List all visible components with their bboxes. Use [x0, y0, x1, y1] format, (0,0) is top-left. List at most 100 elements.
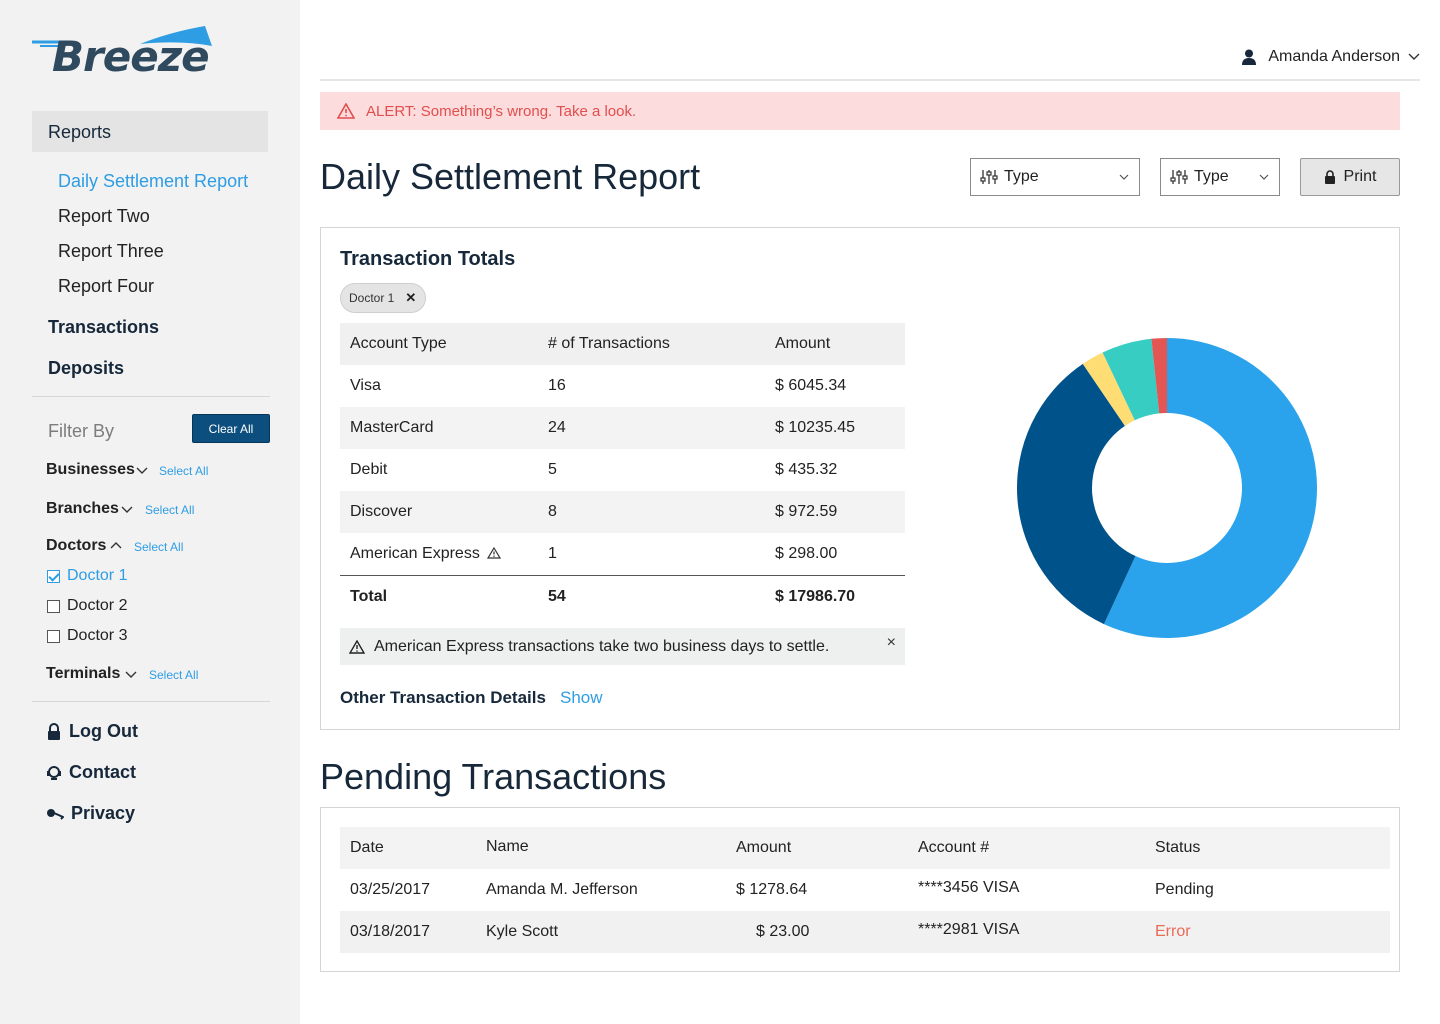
table-header-row: Account Type # of Transactions Amount	[340, 323, 905, 365]
nav-item-reports[interactable]: Reports	[48, 122, 111, 143]
amount: $ 23.00	[756, 923, 810, 940]
chevron-down-icon[interactable]	[121, 505, 133, 515]
show-other-details-link[interactable]: Show	[560, 688, 603, 708]
filter-group-doctors[interactable]: Doctors	[46, 537, 106, 555]
filter-group-branches[interactable]: Branches	[46, 500, 119, 518]
column-header: Name	[486, 838, 529, 855]
doctor-option-2[interactable]: Doctor 2	[47, 596, 127, 616]
amex-notice: American Express transactions take two b…	[340, 628, 905, 665]
filter-group-terminals[interactable]: Terminals	[46, 665, 120, 683]
nav-sub-report-four[interactable]: Report Four	[58, 276, 154, 297]
chevron-up-icon[interactable]	[110, 541, 122, 551]
account-number: ****3456 VISA	[918, 879, 1020, 896]
chevron-down-icon[interactable]	[136, 466, 148, 476]
contact-link[interactable]: Contact	[46, 762, 136, 783]
headset-icon	[47, 765, 61, 780]
checkbox[interactable]	[47, 629, 60, 643]
privacy-label: Privacy	[71, 803, 136, 823]
total-label: Total	[350, 588, 388, 605]
transaction-count: 16	[548, 377, 566, 394]
chevron-down-icon	[1119, 174, 1129, 180]
status: Pending	[1155, 881, 1214, 898]
name: Kyle Scott	[486, 923, 559, 940]
column-header: Amount	[775, 335, 831, 352]
account-type: Discover	[350, 503, 413, 520]
type-filter-select-1[interactable]: Type	[970, 158, 1140, 196]
select-all-businesses[interactable]: Select All	[159, 464, 208, 478]
table-header-row: Date Name Amount Account # Status	[340, 827, 1390, 869]
notice-text: American Express transactions take two b…	[374, 637, 830, 655]
warning-icon	[349, 639, 365, 654]
table-row: Visa 16 $ 6045.34	[340, 365, 905, 407]
column-header: Amount	[736, 839, 792, 856]
type-filter-label: Type	[1004, 168, 1039, 185]
table-row: 03/25/2017 Amanda M. Jefferson $ 1278.64…	[340, 869, 1390, 911]
table-row: 03/18/2017 Kyle Scott $ 23.00 ****2981 V…	[340, 911, 1390, 953]
nav-item-transactions[interactable]: Transactions	[48, 317, 159, 338]
amount: $ 298.00	[775, 545, 838, 562]
doctor-option-3[interactable]: Doctor 3	[47, 626, 127, 646]
chevron-down-icon	[1408, 53, 1420, 60]
amount: $ 1278.64	[736, 881, 808, 898]
filter-sliders-icon	[980, 170, 998, 184]
breeze-logo[interactable]: Breeze	[30, 24, 215, 82]
filter-group-businesses[interactable]: Businesses	[46, 461, 135, 479]
other-details-label: Other Transaction Details	[340, 688, 546, 707]
doctor-option-label: Doctor 2	[67, 597, 128, 614]
total-count: 54	[548, 588, 566, 605]
clear-all-button[interactable]: Clear All	[192, 414, 270, 443]
sidebar: Breeze Reports Daily Settlement Report R…	[0, 0, 300, 1024]
chevron-down-icon[interactable]	[125, 670, 137, 680]
table-row: American Express 1 $ 298.00	[340, 533, 905, 575]
account-type: MasterCard	[350, 419, 434, 436]
lock-icon	[1324, 170, 1335, 184]
table-row: MasterCard 24 $ 10235.45	[340, 407, 905, 449]
nav-sub-report-two[interactable]: Report Two	[58, 206, 150, 227]
table-row: Discover 8 $ 972.59	[340, 491, 905, 533]
amount: $ 972.59	[775, 503, 838, 520]
print-button[interactable]: Print	[1300, 158, 1400, 196]
key-icon	[47, 808, 64, 820]
nav-sub-report-three[interactable]: Report Three	[58, 241, 164, 262]
column-header: Account #	[918, 839, 990, 856]
account-type: Debit	[350, 461, 388, 478]
close-icon[interactable]: ✕	[405, 290, 416, 306]
alert-text: ALERT: Something’s wrong. Take a look.	[366, 102, 637, 120]
select-all-branches[interactable]: Select All	[145, 503, 194, 517]
transaction-count: 5	[548, 461, 557, 478]
nav-item-deposits[interactable]: Deposits	[48, 358, 124, 379]
privacy-link[interactable]: Privacy	[46, 803, 135, 824]
print-label: Print	[1343, 168, 1377, 185]
transaction-count: 8	[548, 503, 557, 520]
account-type: Visa	[350, 377, 381, 394]
amount: $ 10235.45	[775, 419, 856, 436]
totals-table: Account Type # of Transactions Amount Vi…	[340, 323, 905, 617]
pending-transactions-title: Pending Transactions	[320, 756, 667, 797]
warning-icon	[487, 546, 502, 559]
type-filter-select-2[interactable]: Type	[1160, 158, 1280, 196]
checkbox-checked[interactable]	[47, 569, 60, 583]
lock-icon	[48, 722, 60, 740]
totals-donut-chart	[1017, 338, 1317, 638]
transaction-count: 1	[548, 545, 557, 562]
table-total-row: Total 54 $ 17986.70	[340, 575, 905, 617]
select-all-doctors[interactable]: Select All	[134, 540, 183, 554]
doctor-filter-chip: Doctor 1 ✕	[340, 283, 426, 313]
nav-sub-daily-settlement[interactable]: Daily Settlement Report	[58, 171, 248, 192]
checkbox[interactable]	[47, 599, 60, 613]
close-icon[interactable]: ×	[887, 634, 896, 652]
column-header: Date	[350, 839, 384, 856]
account-type-label: American Express	[350, 545, 480, 562]
contact-label: Contact	[69, 762, 136, 782]
transaction-totals-title: Transaction Totals	[340, 248, 516, 270]
user-menu[interactable]: Amanda Anderson	[1242, 48, 1420, 66]
filter-sliders-icon	[1170, 170, 1188, 184]
column-header: Status	[1155, 839, 1201, 856]
doctor-option-1[interactable]: Doctor 1	[47, 566, 127, 586]
log-out-label: Log Out	[69, 721, 138, 741]
select-all-terminals[interactable]: Select All	[149, 668, 198, 682]
table-row: Debit 5 $ 435.32	[340, 449, 905, 491]
log-out-link[interactable]: Log Out	[46, 721, 138, 742]
amount: $ 6045.34	[775, 377, 847, 394]
doctor-option-label: Doctor 1	[67, 567, 128, 584]
